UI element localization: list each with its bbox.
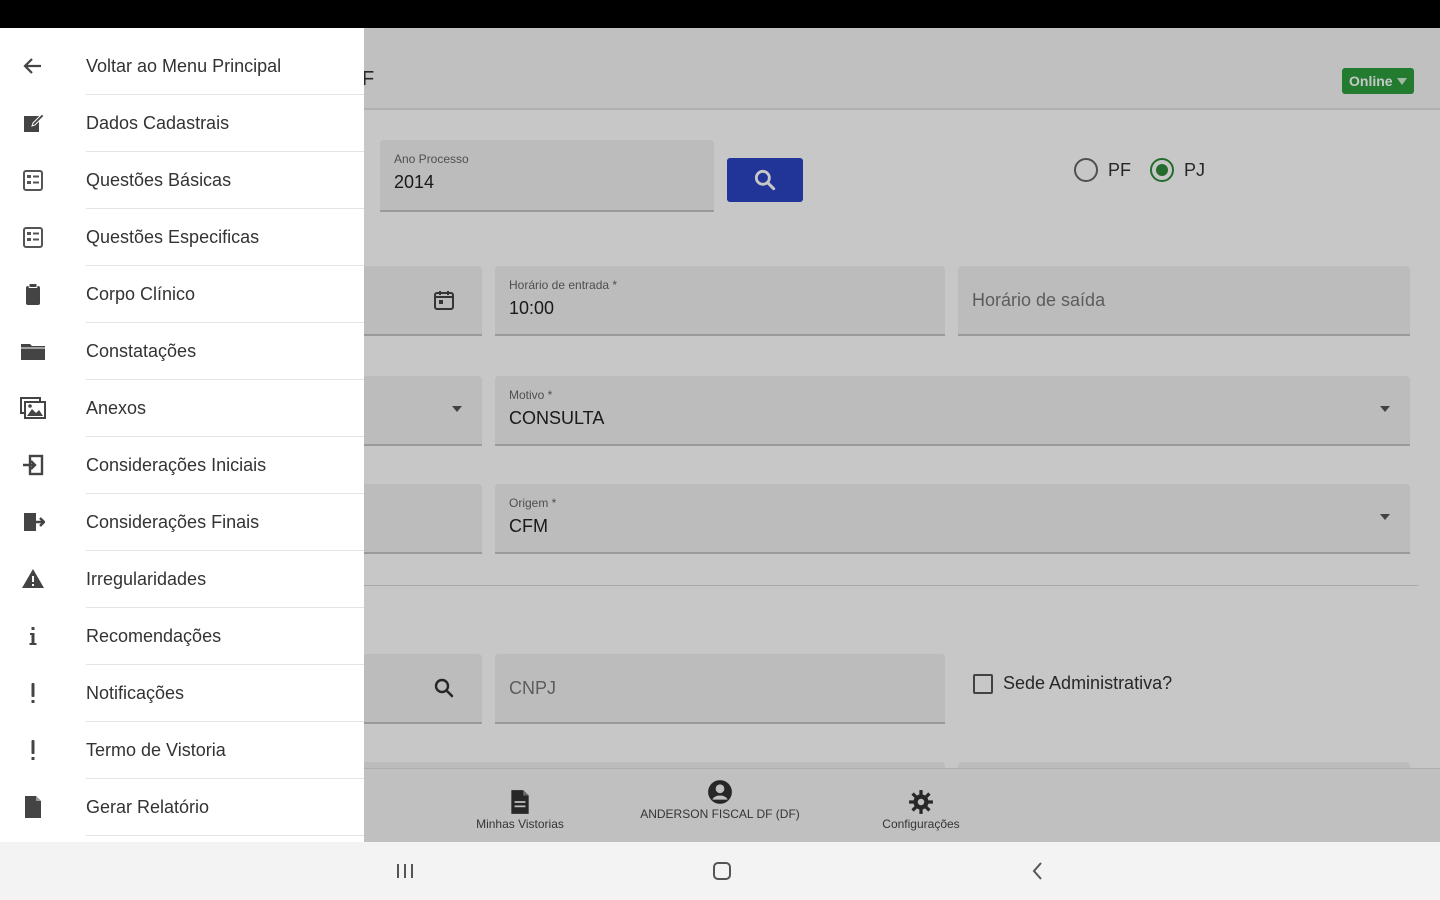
drawer-item-consideracoes-finais[interactable]: Considerações Finais — [0, 494, 364, 551]
drawer-item-label: Gerar Relatório — [86, 797, 210, 817]
drawer-item-anexos[interactable]: Anexos — [0, 380, 364, 437]
drawer-item-label: Termo de Vistoria — [86, 740, 226, 760]
drawer-item-irregularidades[interactable]: Irregularidades — [0, 551, 364, 608]
clipboard-icon — [20, 281, 46, 307]
drawer-item-label: Recomendações — [86, 626, 222, 646]
drawer-item-label: Questões Básicas — [86, 170, 232, 190]
recent-apps-icon — [397, 864, 413, 878]
recent-apps-button[interactable] — [385, 856, 425, 886]
system-navigation-bar — [0, 842, 1440, 900]
drawer-item-label: Questões Especificas — [86, 227, 260, 247]
drawer-item-corpo-clinico[interactable]: Corpo Clínico — [0, 266, 364, 323]
drawer-item-label: Corpo Clínico — [86, 284, 196, 304]
drawer-item-label: Constatações — [86, 341, 197, 361]
sign-out-icon — [20, 509, 46, 535]
drawer-item-gerar-relatorio[interactable]: Gerar Relatório — [0, 779, 364, 836]
warning-icon — [20, 566, 46, 592]
home-icon — [713, 862, 731, 880]
edit-note-icon — [20, 110, 46, 136]
drawer-item-voltar[interactable]: Voltar ao Menu Principal — [0, 38, 364, 95]
drawer-item-constatacoes[interactable]: Constatações — [0, 323, 364, 380]
navigation-drawer: Voltar ao Menu Principal Dados Cadastrai… — [0, 28, 364, 842]
checklist-icon — [20, 224, 46, 250]
drawer-item-recomendacoes[interactable]: Recomendações — [0, 608, 364, 665]
drawer-item-notificacoes[interactable]: Notificações — [0, 665, 364, 722]
drawer-item-questoes-basicas[interactable]: Questões Básicas — [0, 152, 364, 209]
drawer-item-questoes-especificas[interactable]: Questões Especificas — [0, 209, 364, 266]
exclamation-icon — [20, 737, 46, 763]
file-icon — [20, 794, 46, 820]
arrow-back-icon — [20, 53, 46, 79]
exclamation-icon — [20, 680, 46, 706]
drawer-item-label: Irregularidades — [86, 569, 207, 589]
back-icon — [1032, 862, 1042, 880]
drawer-item-label: Considerações Iniciais — [86, 455, 267, 475]
folder-icon — [20, 338, 46, 364]
drawer-item-label: Dados Cadastrais — [86, 113, 230, 133]
status-bar — [0, 0, 1440, 28]
checklist-icon — [20, 167, 46, 193]
info-icon — [20, 623, 46, 649]
drawer-item-dados-cadastrais[interactable]: Dados Cadastrais — [0, 95, 364, 152]
drawer-divider — [86, 835, 364, 836]
drawer-item-consideracoes-iniciais[interactable]: Considerações Iniciais — [0, 437, 364, 494]
images-icon — [20, 395, 46, 421]
drawer-item-label: Voltar ao Menu Principal — [86, 56, 282, 76]
drawer-item-label: Considerações Finais — [86, 512, 260, 532]
drawer-item-termo-vistoria[interactable]: Termo de Vistoria — [0, 722, 364, 779]
drawer-item-label: Notificações — [86, 683, 185, 703]
home-button[interactable] — [702, 856, 742, 886]
back-button[interactable] — [1018, 856, 1058, 886]
sign-in-icon — [20, 452, 46, 478]
drawer-item-label: Anexos — [86, 398, 147, 418]
